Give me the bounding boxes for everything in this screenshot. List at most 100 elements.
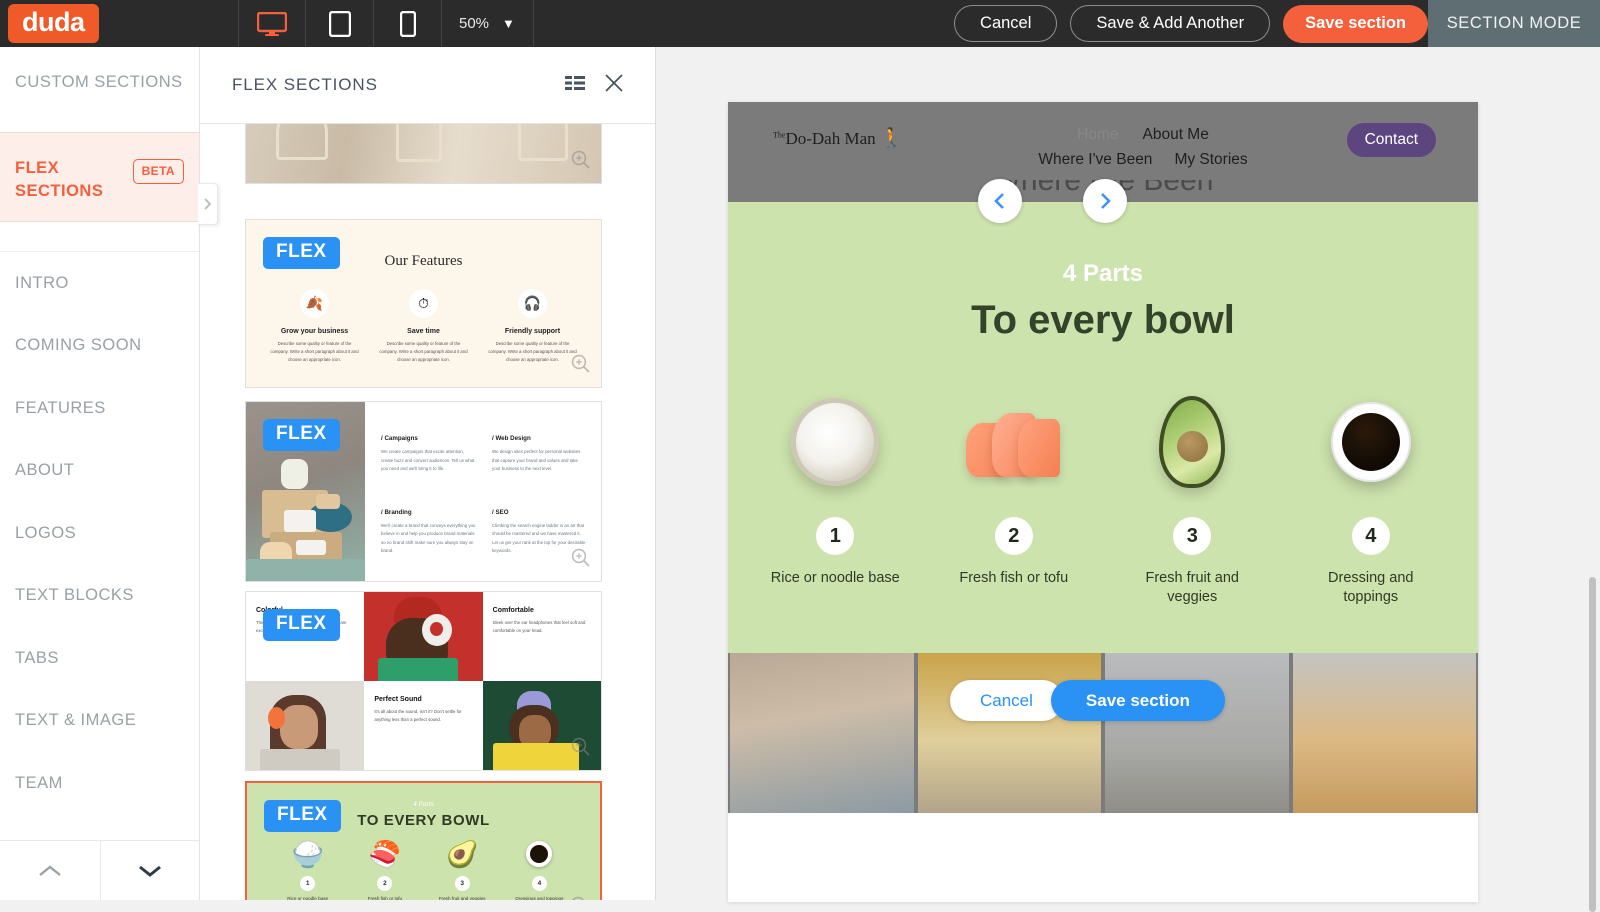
salmon-sashimi-icon: 🍣	[351, 841, 419, 867]
flex-badge: FLEX	[264, 800, 341, 832]
sidebar-item-about[interactable]: ABOUT	[0, 440, 199, 503]
four-parts-section[interactable]: 4 Parts To every bowl 1 Rice or noodle b…	[728, 202, 1478, 653]
sidebar-item-text-blocks[interactable]: TEXT BLOCKS	[0, 565, 199, 628]
sidebar-item-logos[interactable]: LOGOS	[0, 502, 199, 565]
canvas-scrollbar[interactable]	[1589, 577, 1596, 912]
nav-link-my-stories[interactable]: My Stories	[1174, 151, 1247, 169]
contact-button[interactable]: Contact	[1347, 123, 1436, 157]
classical-building-image	[1105, 653, 1289, 813]
section-thumbnail[interactable]: FLEX Colorful These headphones in many a…	[245, 591, 602, 771]
man-red-photo	[364, 592, 482, 681]
sidebar-item-flex-sections[interactable]: FLEX SECTIONS BETA	[0, 132, 199, 222]
headphones-cell: Comfortable Sleek over the ear headphone…	[483, 592, 601, 681]
top-toolbar: duda 50% ▼ Cancel Save & Add Another Sav…	[0, 0, 1600, 47]
item-caption: Rice or noodle base	[274, 896, 342, 900]
cancel-button[interactable]: Cancel	[950, 680, 1063, 721]
soy-sauce-bowl-icon	[526, 841, 552, 867]
flex-badge: FLEX	[263, 237, 340, 269]
section-thumbnail-selected[interactable]: FLEX 4 Parts TO EVERY BOWL 🍚 1 Rice or n…	[245, 781, 602, 900]
chevron-up-icon[interactable]	[0, 841, 101, 900]
sidebar-scroll-controls	[0, 840, 200, 900]
preview-canvas: TheDo-Dah Man 🚶 Home About Me Where I've…	[656, 47, 1600, 900]
item-number: 1	[300, 876, 315, 891]
sidebar-item-features[interactable]: FEATURES	[0, 377, 199, 440]
gallery-strip	[728, 653, 1478, 813]
tablet-view-icon[interactable]	[306, 0, 374, 47]
cancel-button[interactable]: Cancel	[954, 5, 1057, 42]
sidebar-item-label: COMING SOON	[15, 336, 142, 355]
category-sidebar: CUSTOM SECTIONS FLEX SECTIONS BETA INTRO…	[0, 47, 200, 900]
nav-link-home[interactable]: Home	[1077, 126, 1118, 144]
flex-badge: FLEX	[263, 609, 340, 641]
sidebar-item-intro[interactable]: INTRO	[0, 252, 199, 315]
section-action-buttons: Cancel Save section	[950, 680, 1225, 721]
brand-sup: The	[773, 130, 785, 139]
sidebar-item-text-and-image[interactable]: TEXT & IMAGE	[0, 690, 199, 753]
section-thumbnail[interactable]: FLEX / Campaigns	[245, 401, 602, 582]
cell-body: Sleek over the ear headphones that feel …	[493, 619, 591, 635]
sidebar-item-label: ABOUT	[15, 461, 74, 480]
service-body: We create campaigns that excite attentio…	[381, 448, 476, 474]
save-add-another-button[interactable]: Save & Add Another	[1070, 5, 1270, 42]
magnify-plus-icon[interactable]	[570, 896, 589, 900]
brand-name: Do-Dah Man	[785, 129, 875, 148]
item-caption: Fresh fish or tofu	[925, 569, 1104, 588]
duda-logo[interactable]: duda	[8, 4, 99, 43]
feature-column: ⏱ Save time Describe some quality or fea…	[369, 289, 478, 364]
beta-badge: BETA	[133, 159, 184, 184]
feature-column: 🎧 Friendly support Describe some quality…	[478, 289, 587, 364]
sidebar-item-label: LOGOS	[15, 524, 76, 543]
sidebar-item-custom-sections[interactable]: CUSTOM SECTIONS	[0, 47, 199, 132]
service-heading: / SEO	[492, 509, 587, 516]
sidebar-item-label: TABS	[15, 649, 59, 668]
panel-expand-handle[interactable]	[198, 183, 218, 225]
sidebar-item-coming-soon[interactable]: COMING SOON	[0, 315, 199, 378]
chevron-down-icon[interactable]	[101, 841, 201, 900]
bowl-item: 🥑 3 Fresh fruit and veggies	[428, 841, 496, 900]
salmon-sashimi-image	[925, 387, 1104, 497]
woman-orange-photo	[246, 681, 364, 770]
close-icon[interactable]	[605, 74, 623, 97]
sidebar-item-team[interactable]: TEAM	[0, 752, 199, 815]
item-number: 2	[377, 876, 392, 891]
item-number: 3	[1173, 517, 1211, 555]
chevron-left-icon[interactable]	[978, 179, 1022, 223]
mobile-view-icon[interactable]	[374, 0, 442, 47]
panel-title: FLEX SECTIONS	[232, 75, 378, 95]
site-logo[interactable]: TheDo-Dah Man 🚶	[773, 126, 904, 150]
list-layout-icon[interactable]	[565, 75, 585, 96]
item-number: 1	[816, 517, 854, 555]
section-thumbnail[interactable]: FLEX Our Features 🍂 Grow your business D…	[245, 219, 602, 388]
save-section-button[interactable]: Save section	[1051, 680, 1225, 721]
feature-heading: Grow your business	[260, 328, 369, 335]
magnify-plus-icon[interactable]	[571, 150, 590, 174]
nav-link-where-ive-been[interactable]: Where I've Been	[1038, 151, 1152, 169]
leaf-icon: 🍂	[300, 289, 329, 318]
service-cell: / Campaigns We create campaigns that exc…	[381, 435, 476, 474]
item-number: 2	[995, 517, 1033, 555]
service-cell: / Branding We'll create a brand that con…	[381, 509, 476, 556]
desktop-view-icon[interactable]	[238, 0, 306, 47]
zoom-level-selector[interactable]: 50% ▼	[442, 0, 534, 47]
avocado-half-image	[1103, 387, 1282, 497]
section-thumbnail[interactable]	[245, 124, 602, 184]
magnify-plus-icon[interactable]	[571, 737, 590, 761]
item-caption: Dressing and toppings	[1282, 569, 1461, 607]
magnify-plus-icon[interactable]	[571, 354, 590, 378]
service-body: We'll create a brand that conveys everyt…	[381, 522, 476, 556]
nav-link-about-me[interactable]: About Me	[1143, 126, 1209, 144]
item-number: 3	[455, 876, 470, 891]
chevron-right-icon[interactable]	[1083, 179, 1127, 223]
feature-heading: Friendly support	[478, 328, 587, 335]
service-heading: / Web Design	[492, 435, 587, 442]
avocado-icon: 🥑	[428, 841, 496, 867]
section-item: 1 Rice or noodle base	[746, 387, 925, 607]
item-caption: Rice or noodle base	[746, 569, 925, 588]
desert-dune-image	[1293, 653, 1477, 813]
sidebar-divider	[0, 222, 199, 252]
magnify-plus-icon[interactable]	[571, 548, 590, 572]
save-section-button[interactable]: Save section	[1283, 5, 1428, 43]
item-number: 4	[532, 876, 547, 891]
thumbnail-list[interactable]: FLEX Our Features 🍂 Grow your business D…	[200, 124, 656, 900]
sidebar-item-tabs[interactable]: TABS	[0, 627, 199, 690]
